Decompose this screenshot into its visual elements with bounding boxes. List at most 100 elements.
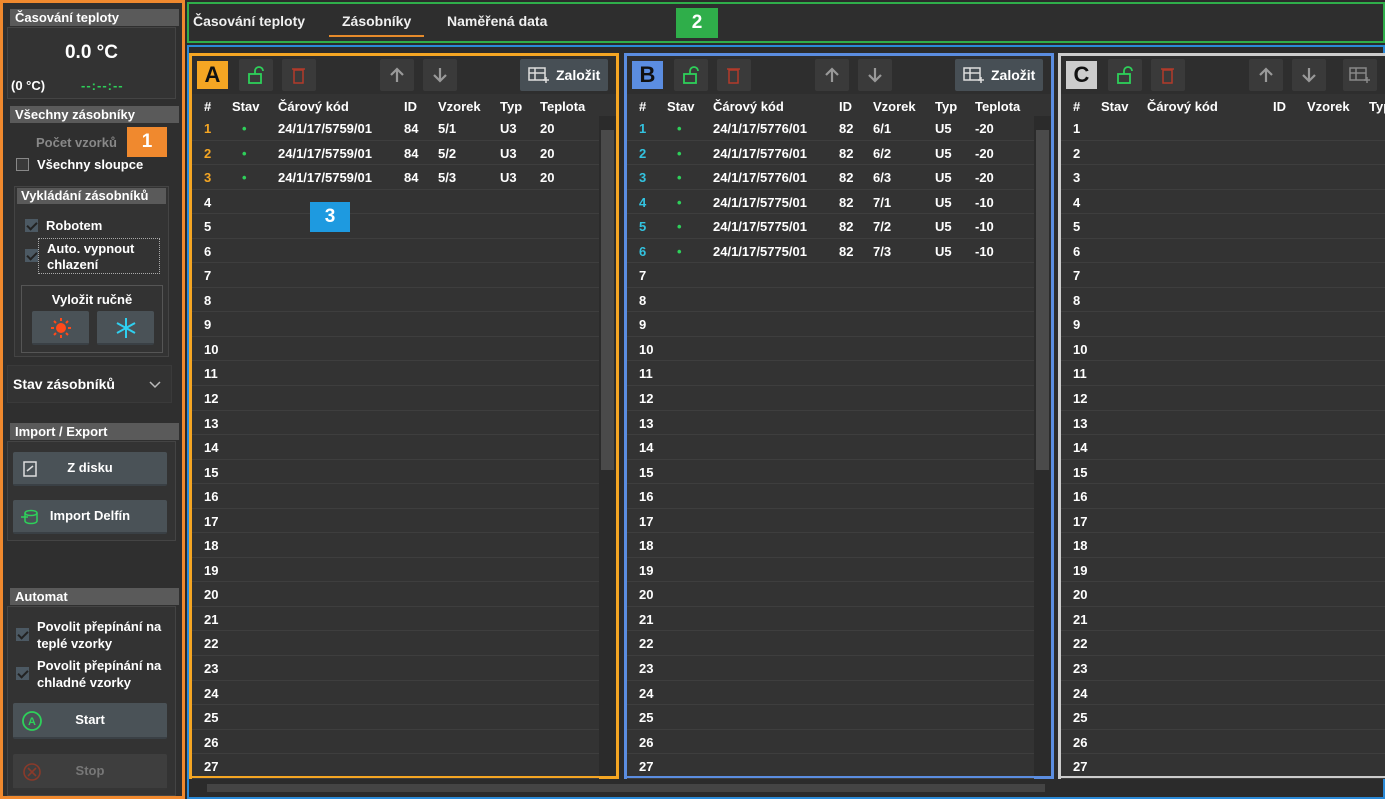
table-row[interactable]: 8 bbox=[1061, 288, 1385, 313]
create-button[interactable]: Založit bbox=[520, 59, 609, 91]
table-row[interactable]: 20 bbox=[1061, 582, 1385, 607]
table-row[interactable]: 4 bbox=[1061, 190, 1385, 215]
warm-switch-checkbox[interactable] bbox=[16, 628, 29, 641]
import-disk-button[interactable]: Z disku bbox=[13, 452, 167, 486]
move-down-button[interactable] bbox=[858, 59, 892, 91]
table-row[interactable]: 14 bbox=[1061, 435, 1385, 460]
table-row[interactable]: 18 bbox=[1061, 533, 1385, 558]
column-header[interactable]: Typ bbox=[500, 99, 522, 114]
table-row[interactable]: 25 bbox=[192, 705, 599, 730]
vertical-scrollbar[interactable] bbox=[1034, 116, 1051, 776]
table-row[interactable]: 21 bbox=[192, 607, 599, 632]
table-row[interactable]: 11 bbox=[1061, 361, 1385, 387]
vertical-scrollbar[interactable] bbox=[599, 116, 616, 776]
tab-containers[interactable]: Zásobníky bbox=[329, 13, 425, 37]
table-row[interactable]: 24 bbox=[627, 681, 1034, 706]
table-row[interactable]: 7 bbox=[627, 263, 1034, 288]
table-row[interactable]: 4 bbox=[192, 190, 599, 215]
table-row[interactable]: 3 • 24/1/17/5759/01 84 5/3 U3 20 bbox=[192, 165, 599, 190]
unlock-button[interactable] bbox=[674, 59, 708, 91]
table-row[interactable]: 26 bbox=[192, 730, 599, 755]
delete-button[interactable] bbox=[717, 59, 751, 91]
table-row[interactable]: 26 bbox=[627, 730, 1034, 755]
unlock-button[interactable] bbox=[1108, 59, 1142, 91]
column-header[interactable]: Teplota bbox=[975, 99, 1020, 114]
start-button[interactable]: A Start bbox=[13, 703, 167, 739]
status-dropdown[interactable]: Stav zásobníků bbox=[7, 365, 172, 403]
table-row[interactable]: 12 bbox=[192, 386, 599, 411]
table-row[interactable]: 7 bbox=[192, 263, 599, 288]
table-row[interactable]: 20 bbox=[627, 582, 1034, 607]
column-header[interactable]: Vzorek bbox=[438, 99, 481, 114]
import-delfin-button[interactable]: Import Delfín bbox=[13, 500, 167, 534]
column-header[interactable]: # bbox=[639, 99, 646, 114]
table-row[interactable]: 19 bbox=[1061, 558, 1385, 583]
table-row[interactable]: 22 bbox=[192, 631, 599, 657]
column-header[interactable]: Typ bbox=[935, 99, 957, 114]
table-row[interactable]: 15 bbox=[1061, 460, 1385, 485]
table-row[interactable]: 8 bbox=[192, 288, 599, 313]
table-row[interactable]: 23 bbox=[1061, 656, 1385, 681]
table-row[interactable]: 17 bbox=[1061, 509, 1385, 534]
table-row[interactable]: 2 bbox=[1061, 141, 1385, 166]
move-up-button[interactable] bbox=[380, 59, 414, 91]
table-row[interactable]: 18 bbox=[192, 533, 599, 558]
table-row[interactable]: 26 bbox=[1061, 730, 1385, 755]
table-row[interactable]: 24 bbox=[1061, 681, 1385, 706]
cold-switch-checkbox[interactable] bbox=[16, 667, 29, 680]
table-row[interactable]: 23 bbox=[192, 656, 599, 681]
move-down-button[interactable] bbox=[423, 59, 457, 91]
delete-button[interactable] bbox=[282, 59, 316, 91]
create-button[interactable]: Založit bbox=[955, 59, 1044, 91]
table-row[interactable]: 22 bbox=[627, 631, 1034, 657]
move-up-button[interactable] bbox=[815, 59, 849, 91]
table-row[interactable]: 13 bbox=[192, 411, 599, 436]
table-row[interactable]: 2 • 24/1/17/5776/01 82 6/2 U5 -20 bbox=[627, 141, 1034, 166]
table-row[interactable]: 15 bbox=[192, 460, 599, 485]
column-header[interactable]: Stav bbox=[232, 99, 259, 114]
table-row[interactable]: 19 bbox=[192, 558, 599, 583]
table-row[interactable]: 9 bbox=[1061, 312, 1385, 337]
stop-button[interactable]: Stop bbox=[13, 754, 167, 790]
table-row[interactable]: 22 bbox=[1061, 631, 1385, 657]
vertical-scroll-thumb[interactable] bbox=[1036, 130, 1049, 470]
table-row[interactable]: 4 • 24/1/17/5775/01 82 7/1 U5 -10 bbox=[627, 190, 1034, 215]
delete-button[interactable] bbox=[1151, 59, 1185, 91]
table-row[interactable]: 12 bbox=[1061, 386, 1385, 411]
table-row[interactable]: 6 • 24/1/17/5775/01 82 7/3 U5 -10 bbox=[627, 239, 1034, 264]
column-header[interactable]: # bbox=[204, 99, 211, 114]
column-header[interactable]: Teplota bbox=[540, 99, 585, 114]
table-row[interactable]: 1 • 24/1/17/5759/01 84 5/1 U3 20 bbox=[192, 116, 599, 141]
table-row[interactable]: 21 bbox=[627, 607, 1034, 632]
table-row[interactable]: 5 • 24/1/17/5775/01 82 7/2 U5 -10 bbox=[627, 214, 1034, 239]
table-row[interactable]: 10 bbox=[1061, 337, 1385, 362]
table-row[interactable]: 21 bbox=[1061, 607, 1385, 632]
table-row[interactable]: 14 bbox=[627, 435, 1034, 460]
column-header[interactable]: Typ bbox=[1369, 99, 1385, 114]
tab-measured-data[interactable]: Naměřená data bbox=[447, 13, 547, 29]
table-row[interactable]: 25 bbox=[1061, 705, 1385, 730]
table-row[interactable]: 2 • 24/1/17/5759/01 84 5/2 U3 20 bbox=[192, 141, 599, 166]
table-row[interactable]: 15 bbox=[627, 460, 1034, 485]
all-columns-checkbox[interactable] bbox=[16, 158, 29, 171]
column-header[interactable]: ID bbox=[404, 99, 417, 114]
table-row[interactable]: 5 bbox=[192, 214, 599, 239]
table-row[interactable]: 17 bbox=[627, 509, 1034, 534]
table-row[interactable]: 16 bbox=[192, 484, 599, 509]
column-header[interactable]: ID bbox=[839, 99, 852, 114]
table-row[interactable]: 13 bbox=[1061, 411, 1385, 436]
table-row[interactable]: 27 bbox=[192, 754, 599, 779]
table-row[interactable]: 9 bbox=[192, 312, 599, 337]
table-row[interactable]: 27 bbox=[1061, 754, 1385, 779]
table-row[interactable]: 19 bbox=[627, 558, 1034, 583]
table-row[interactable]: 3 • 24/1/17/5776/01 82 6/3 U5 -20 bbox=[627, 165, 1034, 190]
create-button[interactable] bbox=[1343, 59, 1377, 91]
table-row[interactable]: 5 bbox=[1061, 214, 1385, 239]
table-row[interactable]: 23 bbox=[627, 656, 1034, 681]
column-header[interactable]: ID bbox=[1273, 99, 1286, 114]
table-row[interactable]: 20 bbox=[192, 582, 599, 607]
column-header[interactable]: Stav bbox=[1101, 99, 1128, 114]
robot-checkbox[interactable] bbox=[25, 219, 38, 232]
table-row[interactable]: 3 bbox=[1061, 165, 1385, 190]
tab-temperature-timing[interactable]: Časování teploty bbox=[193, 13, 305, 29]
